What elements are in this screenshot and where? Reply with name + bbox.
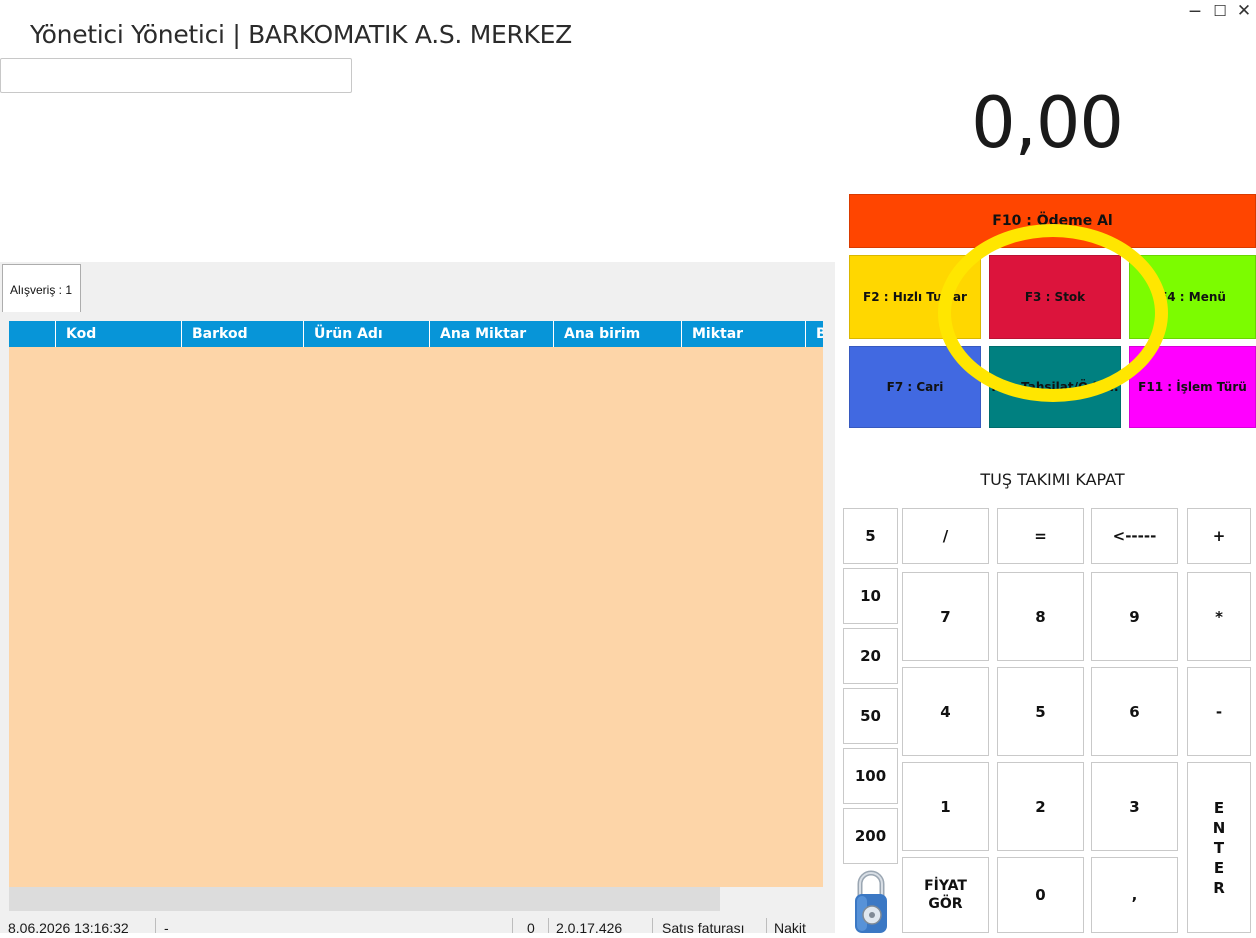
key-plus[interactable]: + bbox=[1187, 508, 1251, 564]
column-header-code[interactable]: Kod bbox=[55, 321, 181, 347]
padlock-icon[interactable] bbox=[851, 866, 891, 933]
collection-payment-button[interactable]: F9 : Tahsilat/Öde... bbox=[989, 346, 1121, 428]
maximize-button[interactable]: ☐ bbox=[1210, 2, 1230, 20]
status-separator bbox=[766, 918, 767, 933]
column-header-quantity[interactable]: Miktar bbox=[681, 321, 805, 347]
quick-amount-100[interactable]: 100 bbox=[843, 748, 898, 804]
stock-button[interactable]: F3 : Stok bbox=[989, 255, 1121, 339]
barcode-input[interactable] bbox=[0, 58, 352, 93]
payment-button[interactable]: F10 : Ödeme Al bbox=[849, 194, 1256, 248]
price-check-button[interactable]: FİYAT GÖR bbox=[902, 857, 989, 933]
status-separator bbox=[548, 918, 549, 933]
status-separator bbox=[155, 918, 156, 933]
minimize-button[interactable]: ‒ bbox=[1185, 0, 1205, 22]
tab-shopping-1[interactable]: Alışveriş : 1 bbox=[2, 264, 81, 312]
column-header-partial[interactable]: B bbox=[805, 321, 823, 347]
close-button[interactable]: ✕ bbox=[1234, 1, 1254, 21]
collection-payment-label: F9 : Tahsilat/Öde... bbox=[991, 380, 1119, 394]
quick-amount-10[interactable]: 10 bbox=[843, 568, 898, 624]
stock-label: F3 : Stok bbox=[1024, 290, 1086, 304]
status-payment-type: Nakit bbox=[774, 920, 806, 933]
status-document-type: Satış faturası bbox=[662, 920, 745, 933]
customer-button[interactable]: F7 : Cari bbox=[849, 346, 981, 428]
column-header-product-name[interactable]: Ürün Adı bbox=[303, 321, 429, 347]
scrollbar-corner bbox=[720, 887, 823, 911]
menu-label: F4 : Menü bbox=[1159, 290, 1226, 304]
key-0[interactable]: 0 bbox=[997, 857, 1084, 933]
key-slash[interactable]: / bbox=[902, 508, 989, 564]
key-3[interactable]: 3 bbox=[1091, 762, 1178, 851]
column-header-barcode[interactable]: Barkod bbox=[181, 321, 303, 347]
total-amount: 0,00 bbox=[971, 82, 1124, 164]
status-bar: 8.06.2026 13:16:32 - 0 2.0.17.426 Satış … bbox=[0, 918, 835, 933]
status-datetime: 8.06.2026 13:16:32 bbox=[8, 920, 129, 933]
key-6[interactable]: 6 bbox=[1091, 667, 1178, 756]
status-user: - bbox=[164, 920, 169, 933]
payment-button-label: F10 : Ödeme Al bbox=[992, 213, 1113, 229]
quick-keys-label: F2 : Hızlı Tuşlar bbox=[863, 290, 967, 304]
menu-button[interactable]: F4 : Menü bbox=[1129, 255, 1256, 339]
key-8[interactable]: 8 bbox=[997, 572, 1084, 661]
key-1[interactable]: 1 bbox=[902, 762, 989, 851]
customer-label: F7 : Cari bbox=[886, 380, 944, 394]
status-separator bbox=[512, 918, 513, 933]
quick-keys-button[interactable]: F2 : Hızlı Tuşlar bbox=[849, 255, 981, 339]
column-header-main-quantity[interactable]: Ana Miktar bbox=[429, 321, 553, 347]
key-9[interactable]: 9 bbox=[1091, 572, 1178, 661]
horizontal-scrollbar[interactable] bbox=[9, 887, 720, 911]
key-comma[interactable]: , bbox=[1091, 857, 1178, 933]
key-2[interactable]: 2 bbox=[997, 762, 1084, 851]
quick-amount-5[interactable]: 5 bbox=[843, 508, 898, 564]
transaction-type-button[interactable]: F11 : İşlem Türü bbox=[1129, 346, 1256, 428]
transaction-type-label: F11 : İşlem Türü bbox=[1138, 380, 1247, 394]
quick-amount-50[interactable]: 50 bbox=[843, 688, 898, 744]
key-backspace[interactable]: <----- bbox=[1091, 508, 1178, 564]
quick-amount-20[interactable]: 20 bbox=[843, 628, 898, 684]
grid-header: Kod Barkod Ürün Adı Ana Miktar Ana birim… bbox=[9, 321, 823, 347]
column-header-main-unit[interactable]: Ana birim bbox=[553, 321, 681, 347]
key-5[interactable]: 5 bbox=[997, 667, 1084, 756]
quick-amount-200[interactable]: 200 bbox=[843, 808, 898, 864]
product-grid[interactable] bbox=[9, 347, 823, 887]
key-7[interactable]: 7 bbox=[902, 572, 989, 661]
key-4[interactable]: 4 bbox=[902, 667, 989, 756]
key-equals[interactable]: = bbox=[997, 508, 1084, 564]
column-header-select[interactable] bbox=[9, 321, 55, 347]
key-minus[interactable]: - bbox=[1187, 667, 1251, 756]
keypad-toggle-button[interactable]: TUŞ TAKIMI KAPAT bbox=[849, 470, 1256, 489]
key-multiply[interactable]: * bbox=[1187, 572, 1251, 661]
key-enter[interactable]: E N T E R bbox=[1187, 762, 1251, 933]
window-title: Yönetici Yönetici | BARKOMATIK A.S. MERK… bbox=[30, 20, 572, 49]
status-version: 2.0.17.426 bbox=[556, 920, 623, 933]
status-separator bbox=[652, 918, 653, 933]
status-count: 0 bbox=[527, 920, 535, 933]
tab-label: Alışveriş : 1 bbox=[10, 283, 73, 297]
